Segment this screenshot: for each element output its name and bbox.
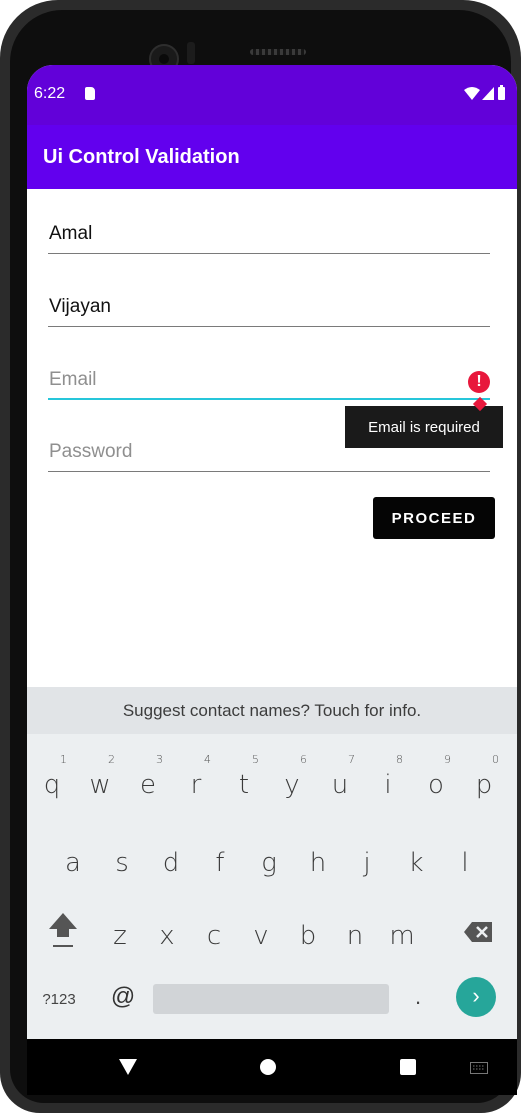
key-h[interactable]: h bbox=[295, 838, 341, 888]
key-w[interactable]: 2w bbox=[77, 754, 123, 810]
first-name-value: Amal bbox=[49, 223, 93, 244]
period-key[interactable]: . bbox=[403, 977, 433, 1017]
keyboard-switch-icon[interactable] bbox=[470, 1062, 488, 1074]
last-name-value: Vijayan bbox=[49, 296, 111, 317]
key-v[interactable]: v bbox=[238, 911, 284, 961]
soft-keyboard: Suggest contact names? Touch for info. 1… bbox=[27, 687, 517, 1039]
password-underline bbox=[48, 471, 490, 472]
key-o[interactable]: 9o bbox=[413, 754, 459, 810]
key-d[interactable]: d bbox=[148, 838, 194, 888]
suggestion-text: Suggest contact names? Touch for info. bbox=[122, 700, 422, 720]
status-icons bbox=[464, 85, 505, 100]
navigation-bar bbox=[27, 1039, 517, 1095]
recents-icon[interactable] bbox=[400, 1059, 416, 1075]
signal-icon bbox=[482, 87, 494, 100]
password-placeholder: Password bbox=[49, 441, 133, 462]
proceed-button[interactable]: PROCEED bbox=[373, 497, 495, 539]
status-time: 6:22 bbox=[34, 85, 66, 102]
key-z[interactable]: z bbox=[97, 911, 143, 961]
key-p[interactable]: 0p bbox=[461, 754, 507, 810]
email-field[interactable]: Email ! bbox=[48, 352, 490, 400]
wifi-icon bbox=[464, 87, 480, 100]
key-c[interactable]: c bbox=[191, 911, 237, 961]
first-name-field[interactable]: Amal bbox=[48, 205, 490, 254]
key-k[interactable]: k bbox=[393, 838, 439, 888]
key-m[interactable]: m bbox=[379, 911, 425, 961]
key-q[interactable]: 1q bbox=[29, 754, 75, 810]
backspace-icon[interactable] bbox=[463, 921, 493, 943]
screen: 6:22 Ui Control Validation Amal Vijayan … bbox=[27, 65, 517, 1095]
key-u[interactable]: 7u bbox=[317, 754, 363, 810]
battery-icon bbox=[498, 85, 505, 100]
key-e[interactable]: 3e bbox=[125, 754, 171, 810]
last-name-underline bbox=[48, 326, 490, 327]
earpiece-speaker bbox=[250, 49, 306, 55]
next-key[interactable]: › bbox=[456, 977, 496, 1017]
key-r[interactable]: 4r bbox=[173, 754, 219, 810]
key-y[interactable]: 6y bbox=[269, 754, 315, 810]
last-name-field[interactable]: Vijayan bbox=[48, 277, 490, 327]
phone-frame: 6:22 Ui Control Validation Amal Vijayan … bbox=[0, 0, 521, 1113]
status-bar: 6:22 bbox=[27, 65, 517, 125]
email-placeholder: Email bbox=[49, 369, 97, 390]
key-b[interactable]: b bbox=[285, 911, 331, 961]
back-icon[interactable] bbox=[119, 1059, 137, 1075]
sd-card-icon bbox=[85, 87, 95, 100]
key-t[interactable]: 5t bbox=[221, 754, 267, 810]
proximity-sensor bbox=[187, 42, 195, 64]
key-l[interactable]: l bbox=[442, 838, 488, 888]
shift-icon[interactable] bbox=[47, 911, 79, 951]
key-g[interactable]: g bbox=[246, 838, 292, 888]
contact-suggestion-bar[interactable]: Suggest contact names? Touch for info. bbox=[27, 687, 517, 734]
symbols-key[interactable]: ?123 bbox=[39, 980, 79, 1020]
error-icon: ! bbox=[468, 371, 490, 393]
at-key[interactable]: @ bbox=[105, 977, 141, 1017]
key-i[interactable]: 8i bbox=[365, 754, 411, 810]
password-field[interactable]: Password bbox=[48, 425, 490, 472]
page-title: Ui Control Validation bbox=[43, 146, 240, 168]
chevron-right-icon: › bbox=[472, 983, 480, 1008]
first-name-underline bbox=[48, 253, 490, 254]
key-j[interactable]: j bbox=[344, 838, 390, 888]
space-key[interactable] bbox=[153, 984, 389, 1014]
key-f[interactable]: f bbox=[197, 838, 243, 888]
key-s[interactable]: s bbox=[99, 838, 145, 888]
key-a[interactable]: a bbox=[50, 838, 96, 888]
home-icon[interactable] bbox=[260, 1059, 276, 1075]
key-x[interactable]: x bbox=[144, 911, 190, 961]
key-n[interactable]: n bbox=[332, 911, 378, 961]
app-bar: Ui Control Validation bbox=[27, 125, 517, 189]
email-underline bbox=[48, 398, 490, 400]
